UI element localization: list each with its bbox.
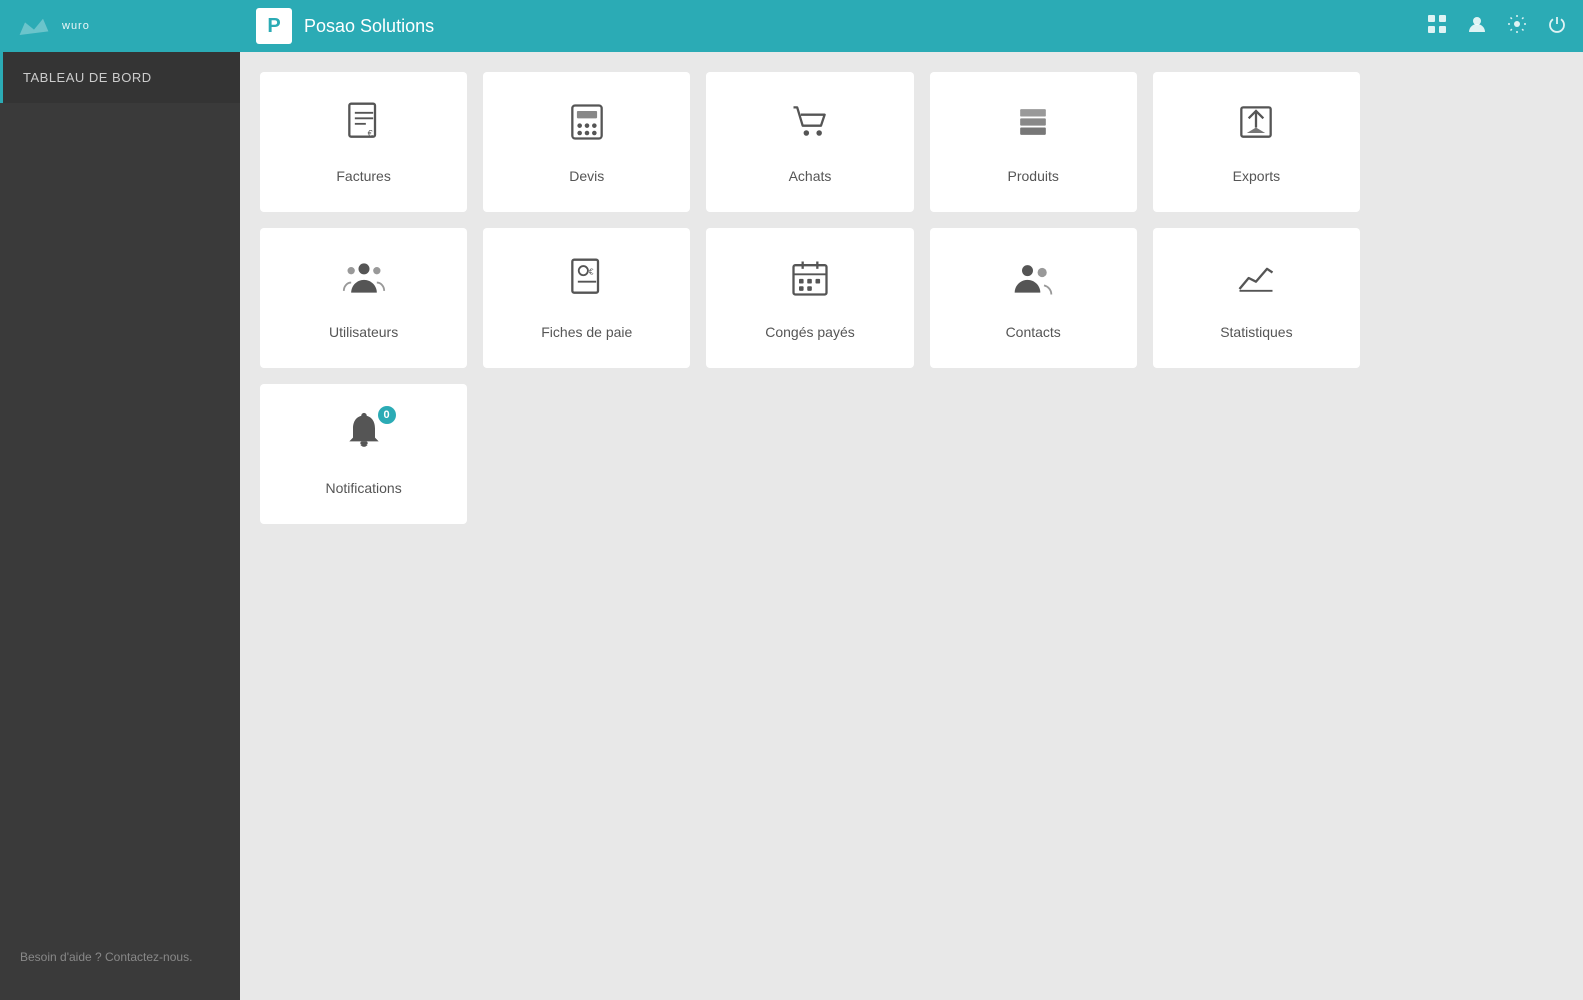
tile-factures-label: Factures [336, 168, 390, 184]
main-content: € Factures Devis Achats [240, 52, 1583, 1000]
tile-contacts[interactable]: Contacts [930, 228, 1137, 368]
tiles-grid: € Factures Devis Achats [260, 72, 1360, 524]
payslip-icon: € [565, 256, 609, 310]
wuro-logo-text: wuro [62, 20, 90, 32]
tile-conges-payes[interactable]: Congés payés [706, 228, 913, 368]
stack-icon [1011, 100, 1055, 154]
contacts-icon [1011, 256, 1055, 310]
tile-utilisateurs-label: Utilisateurs [329, 324, 398, 340]
tile-exports-label: Exports [1233, 168, 1280, 184]
stats-icon [1234, 256, 1278, 310]
tile-devis-label: Devis [569, 168, 604, 184]
tile-utilisateurs[interactable]: Utilisateurs [260, 228, 467, 368]
power-nav-icon[interactable] [1547, 14, 1567, 39]
tile-statistiques[interactable]: Statistiques [1153, 228, 1360, 368]
tile-fiches-de-paie-label: Fiches de paie [541, 324, 632, 340]
tile-fiches-de-paie[interactable]: € Fiches de paie [483, 228, 690, 368]
tile-notifications[interactable]: 0 Notifications [260, 384, 467, 524]
cart-icon [788, 100, 832, 154]
tile-contacts-label: Contacts [1006, 324, 1061, 340]
invoice-icon: € [342, 100, 386, 154]
tile-notifications-label: Notifications [325, 480, 401, 496]
notification-badge: 0 [378, 406, 396, 424]
sidebar-logo-area: wuro [16, 8, 256, 44]
nav-actions [1427, 14, 1567, 39]
calendar-icon [788, 256, 832, 310]
bell-icon: 0 [342, 412, 386, 466]
tile-statistiques-label: Statistiques [1220, 324, 1292, 340]
top-navigation: wuro P Posao Solutions [0, 0, 1583, 52]
tile-exports[interactable]: Exports [1153, 72, 1360, 212]
tile-produits[interactable]: Produits [930, 72, 1137, 212]
wuro-crown-icon [16, 8, 52, 44]
svg-text:€: € [589, 267, 594, 276]
tile-achats[interactable]: Achats [706, 72, 913, 212]
tile-produits-label: Produits [1008, 168, 1059, 184]
main-layout: Tableau de bord Besoin d'aide ? Contacte… [0, 52, 1583, 1000]
tile-achats-label: Achats [789, 168, 832, 184]
sidebar: Tableau de bord Besoin d'aide ? Contacte… [0, 52, 240, 1000]
svg-text:€: € [367, 129, 372, 139]
sidebar-item-tableau-de-bord[interactable]: Tableau de bord [0, 52, 240, 103]
tile-conges-payes-label: Congés payés [765, 324, 855, 340]
brand-title: Posao Solutions [304, 16, 434, 37]
settings-nav-icon[interactable] [1507, 14, 1527, 39]
tile-devis[interactable]: Devis [483, 72, 690, 212]
grid-nav-icon[interactable] [1427, 14, 1447, 39]
export-icon [1234, 100, 1278, 154]
sidebar-help-text: Besoin d'aide ? Contactez-nous. [0, 934, 240, 980]
user-nav-icon[interactable] [1467, 14, 1487, 39]
tile-factures[interactable]: € Factures [260, 72, 467, 212]
brand-logo-box: P [256, 8, 292, 44]
calculator-icon [565, 100, 609, 154]
brand-area: P Posao Solutions [256, 8, 1427, 44]
users-icon [342, 256, 386, 310]
